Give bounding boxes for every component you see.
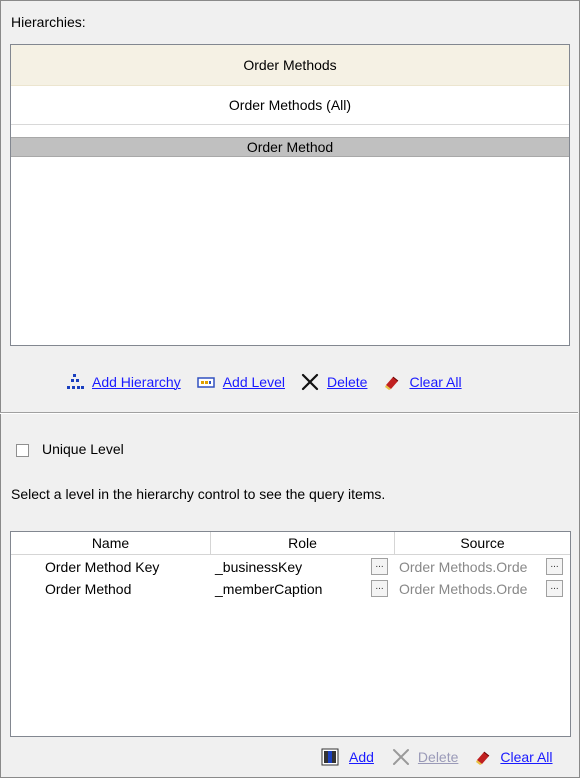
table-row[interactable]: Order Method Key _businessKey ... Order …: [11, 556, 570, 578]
add-level-button[interactable]: Add Level: [196, 373, 285, 391]
unique-level-checkbox[interactable]: [16, 444, 29, 457]
unique-level-label: Unique Level: [42, 441, 124, 457]
role-ellipsis-button[interactable]: ...: [371, 580, 388, 597]
add-level-icon: [196, 373, 215, 391]
hierarchy-level-label: Order Method: [246, 139, 334, 155]
hierarchy-level-order-method[interactable]: Order Method: [11, 137, 569, 157]
add-hierarchy-label: Add Hierarchy: [92, 374, 181, 390]
row-source-value: Order Methods.Order Method: [399, 581, 528, 597]
hierarchy-control[interactable]: Order Methods Order Methods (All) Order …: [10, 44, 570, 346]
delete-query-item-label: Delete: [417, 749, 459, 765]
hierarchy-toolbar: Add Hierarchy Add Level Delete Clear All: [66, 373, 462, 391]
table-row[interactable]: Order Method _memberCaption ... Order Me…: [11, 578, 570, 600]
row-role-cell[interactable]: _businessKey ...: [211, 556, 395, 578]
column-header-role[interactable]: Role: [211, 532, 395, 554]
section-divider: [0, 412, 578, 414]
clear-all-button[interactable]: Clear All: [383, 373, 462, 391]
query-items-grid[interactable]: Name Role Source Order Method Key _busin…: [10, 531, 571, 737]
row-source-cell[interactable]: Order Methods.Order Method Key ...: [395, 556, 570, 578]
row-name-cell[interactable]: Order Method: [11, 578, 211, 600]
clear-all-label: Clear All: [409, 374, 462, 390]
add-level-label: Add Level: [222, 374, 285, 390]
source-ellipsis-button[interactable]: ...: [546, 580, 563, 597]
row-role-value: _memberCaption: [215, 581, 323, 597]
delete-query-item-button[interactable]: Delete: [392, 748, 458, 766]
add-hierarchy-icon: [66, 373, 84, 391]
clear-all-query-items-label: Clear All: [500, 749, 553, 765]
delete-x-icon: [392, 748, 410, 766]
hierarchy-header[interactable]: Order Methods: [11, 45, 569, 86]
column-header-source[interactable]: Source: [395, 532, 570, 554]
delete-x-icon: [301, 373, 319, 391]
eraser-icon: [383, 373, 401, 391]
hierarchies-caption: Hierarchies:: [11, 14, 86, 30]
add-label: Add: [349, 749, 374, 765]
row-name-cell[interactable]: Order Method Key: [11, 556, 211, 578]
hierarchy-all-member[interactable]: Order Methods (All): [11, 86, 569, 125]
delete-label: Delete: [326, 374, 368, 390]
source-ellipsis-button[interactable]: ...: [546, 558, 563, 575]
add-hierarchy-button[interactable]: Add Hierarchy: [66, 373, 181, 391]
grid-header: Name Role Source: [11, 532, 570, 555]
hierarchy-all-member-label: Order Methods (All): [228, 97, 352, 113]
eraser-icon: [474, 748, 492, 766]
column-header-name[interactable]: Name: [11, 532, 211, 554]
hierarchy-header-label: Order Methods: [243, 57, 337, 73]
add-column-icon: [321, 748, 339, 766]
row-source-cell[interactable]: Order Methods.Order Method ...: [395, 578, 570, 600]
role-ellipsis-button[interactable]: ...: [371, 558, 388, 575]
row-role-cell[interactable]: _memberCaption ...: [211, 578, 395, 600]
row-source-value: Order Methods.Order Method Key: [399, 559, 528, 575]
delete-button[interactable]: Delete: [301, 373, 367, 391]
query-items-hint: Select a level in the hierarchy control …: [11, 486, 386, 502]
clear-all-query-items-button[interactable]: Clear All: [474, 748, 553, 766]
row-role-value: _businessKey: [215, 559, 303, 575]
query-items-toolbar: Add Delete Clear All: [321, 748, 553, 766]
add-button[interactable]: Add: [321, 748, 374, 766]
